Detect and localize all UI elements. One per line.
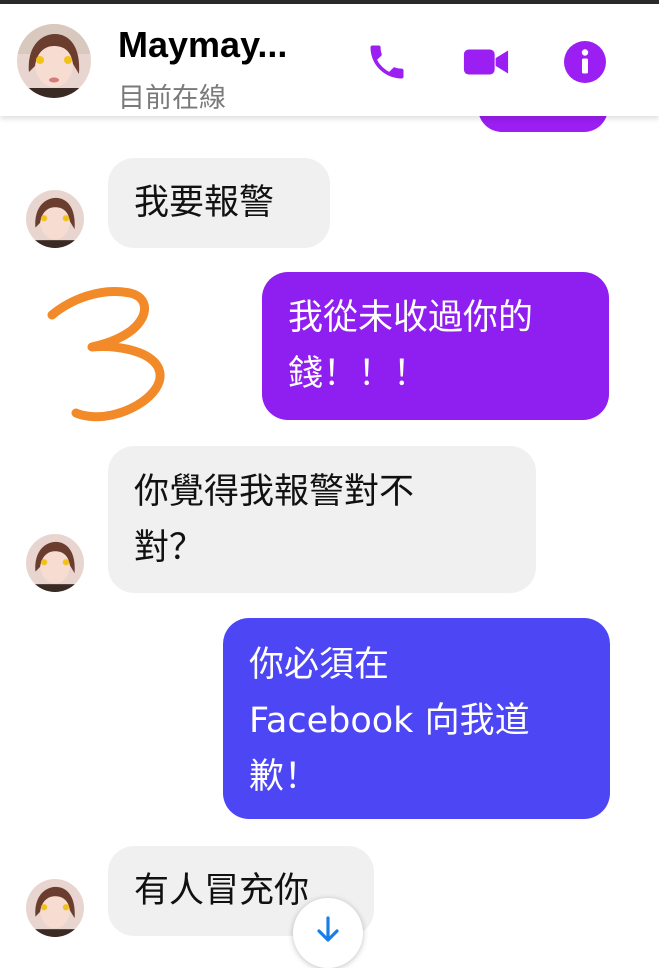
contact-avatar-small[interactable]: [26, 879, 84, 937]
message-text-line: 歉！: [249, 757, 320, 797]
phone-icon[interactable]: [363, 38, 411, 86]
message-bubble-received[interactable]: 我要報警: [108, 158, 330, 248]
message-bubble-sent[interactable]: 我從未收過你的 錢！！！: [262, 272, 609, 420]
contact-name[interactable]: Maymay...: [118, 24, 287, 66]
contact-avatar-small[interactable]: [26, 534, 84, 592]
message-bubble-sent[interactable]: 你必須在 Facebook 向我道 歉！: [223, 618, 610, 819]
arrow-down-icon: [317, 916, 339, 942]
message-text: 我要報警: [134, 183, 275, 223]
message-bubble-received[interactable]: 你覺得我報警對不 對？: [108, 446, 536, 593]
message-text-line: Facebook 向我道: [249, 701, 530, 741]
message-text-line: 對？: [134, 528, 205, 568]
scroll-to-bottom-button[interactable]: [293, 898, 363, 968]
online-status: 目前在線: [118, 83, 226, 114]
message-text: 有人冒充你: [134, 871, 310, 911]
message-text-line: 你覺得我報警對不: [134, 472, 415, 512]
message-text-line: 錢！！！: [288, 354, 429, 394]
chat-header: Maymay... 目前在線: [0, 4, 659, 116]
message-text-line: 你必須在: [249, 645, 390, 685]
info-icon[interactable]: [561, 38, 609, 86]
contact-avatar[interactable]: [17, 24, 91, 98]
handwritten-number-annotation: [40, 275, 180, 429]
message-text-line: 我從未收過你的: [288, 298, 534, 338]
contact-avatar-small[interactable]: [26, 190, 84, 248]
video-icon[interactable]: [462, 38, 510, 86]
